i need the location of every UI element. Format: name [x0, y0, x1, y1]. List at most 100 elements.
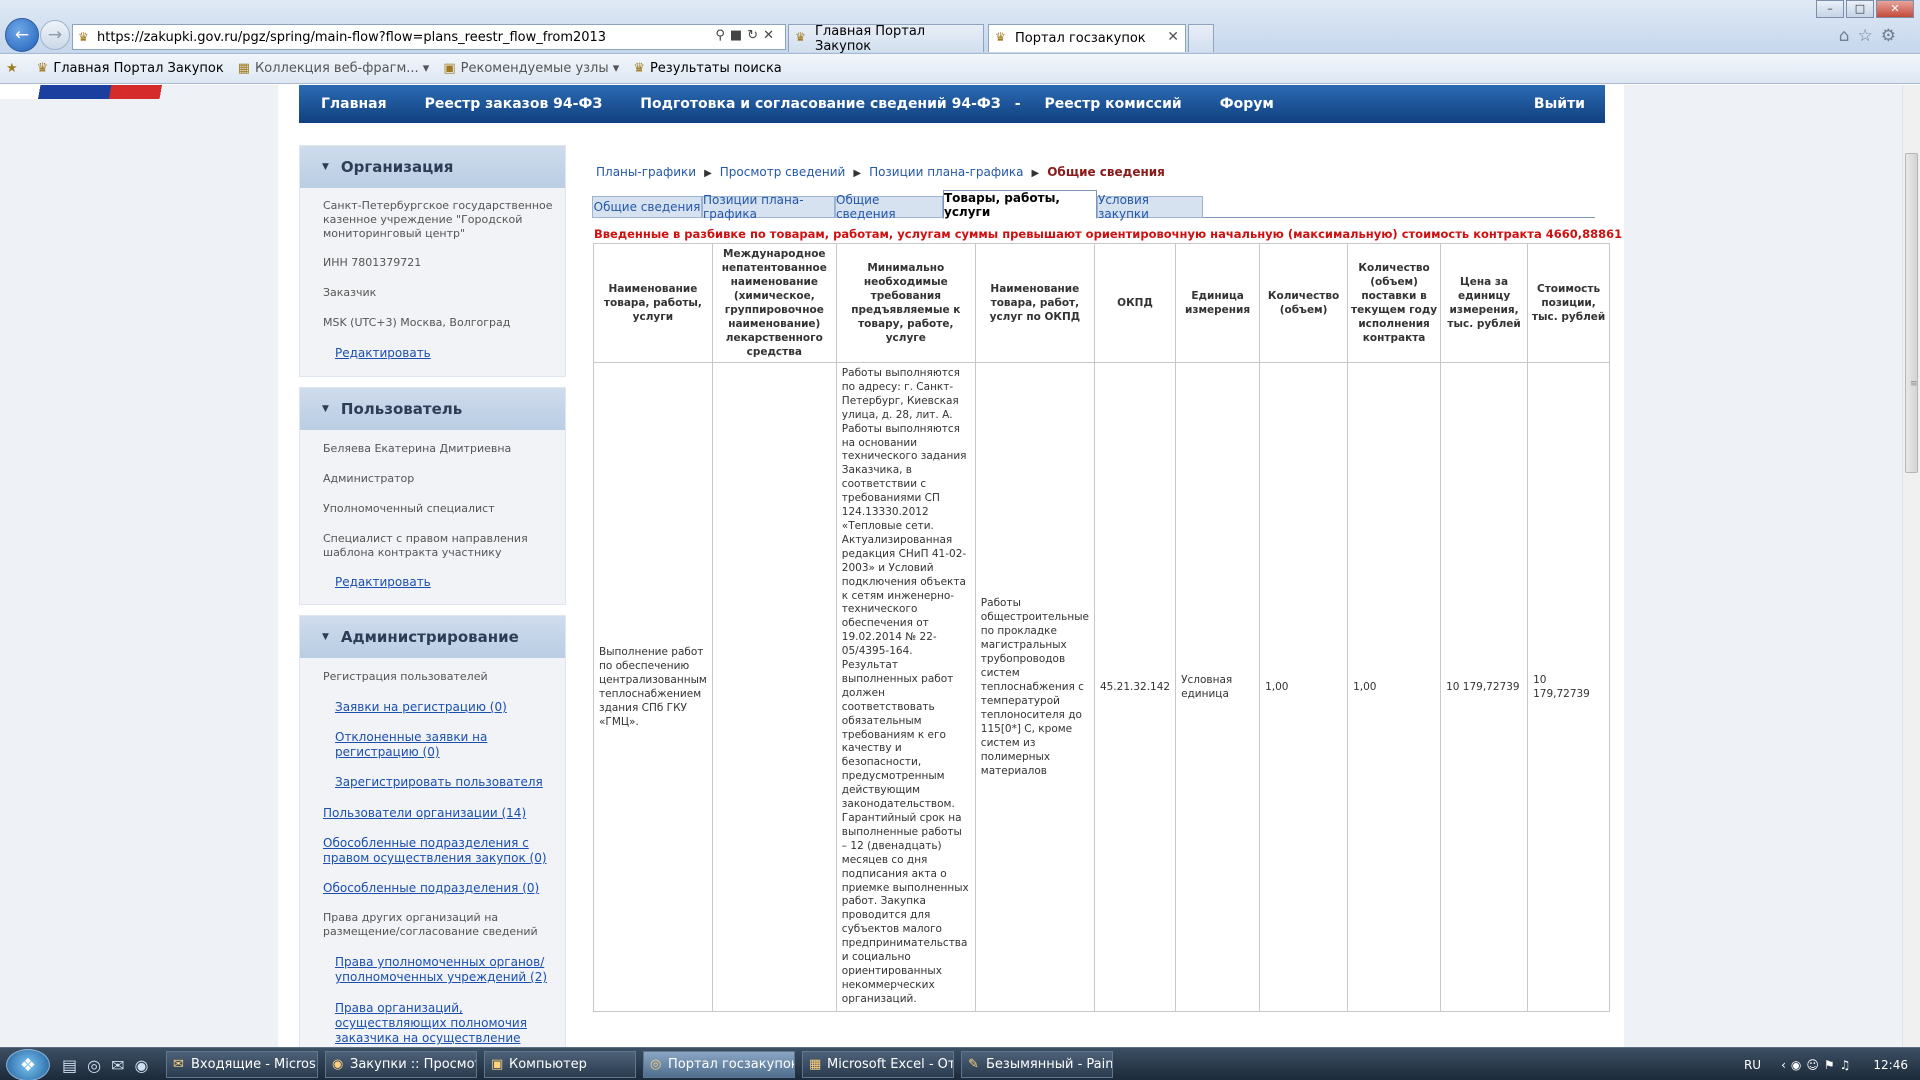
back-button[interactable]: ←	[5, 18, 39, 52]
tray-icons: ‹◉☺⚑♫	[1781, 1058, 1855, 1072]
outlook-icon: ✉	[173, 1057, 184, 1072]
favorite-web-slices[interactable]: ▦ Коллекция веб-фрагм... ▾	[238, 61, 430, 76]
forward-button[interactable]: →	[40, 20, 70, 50]
taskbar-item-computer[interactable]: ▣ Компьютер	[484, 1051, 636, 1078]
favorites-star-icon[interactable]: ☆	[1858, 26, 1881, 46]
rights-organizations-link[interactable]: Права организаций, осуществляющих полном…	[335, 1001, 527, 1047]
refresh-icon[interactable]: ↻	[747, 28, 763, 43]
show-desktop-icon[interactable]: ▤	[62, 1056, 87, 1075]
volume-icon[interactable]: ♫	[1840, 1058, 1856, 1072]
maximize-button[interactable]: □	[1846, 0, 1874, 18]
page-content: Главная Реестр заказов 94-ФЗ Подготовка …	[278, 85, 1624, 1047]
chevron-down-icon: ▾	[612, 61, 620, 76]
organization-inn: ИНН 7801379721	[323, 256, 422, 269]
administration-panel: ▼ Администрирование Регистрация пользоват…	[299, 615, 566, 1047]
favorites-bar: ★ ♛ Главная Портал Закупок ▦ Коллекция веб…	[0, 54, 1920, 84]
user-edit-link[interactable]: Редактировать	[335, 575, 431, 589]
tab-general-info[interactable]: Общие сведения	[592, 196, 702, 218]
user-role-specialist: Уполномоченный специалист	[323, 502, 495, 515]
organization-edit-link[interactable]: Редактировать	[335, 346, 431, 360]
internet-explorer-icon: ◎	[650, 1057, 662, 1072]
menu-item-forum[interactable]: Форум	[1220, 96, 1274, 112]
rights-header: Права других организаций на размещение/с…	[323, 911, 538, 938]
register-user-link[interactable]: Зарегистрировать пользователя	[335, 775, 543, 789]
internet-explorer-icon[interactable]: ◎	[87, 1056, 111, 1075]
system-tray: RU ‹◉☺⚑♫ 12:46	[1744, 1048, 1920, 1080]
messenger-icon[interactable]: ☺	[1806, 1058, 1824, 1072]
network-icon[interactable]: ◉	[1791, 1058, 1806, 1072]
favorites-add-icon[interactable]: ★	[6, 61, 23, 76]
administration-panel-header[interactable]: ▼ Администрирование	[300, 616, 565, 658]
tab-label: Главная Портал Закупок	[815, 23, 926, 54]
column-header: Количество (объем) поставки в текущем го…	[1347, 243, 1442, 363]
menu-separator: -	[1014, 96, 1021, 112]
breadcrumb-arrow-icon: ▶	[704, 168, 712, 179]
gear-icon[interactable]: ⚙	[1881, 26, 1904, 46]
applications-link[interactable]: Заявки на регистрацию (0)	[335, 700, 507, 714]
favorite-search-results[interactable]: ♛ Результаты поиска	[633, 61, 781, 76]
organization-role: Заказчик	[323, 286, 377, 299]
breadcrumb-item[interactable]: Позиции плана-графика	[869, 165, 1023, 179]
site-emblem-icon: ♛	[995, 30, 1006, 44]
breadcrumb-item[interactable]: Просмотр сведений	[720, 165, 846, 179]
clock[interactable]: 12:46	[1873, 1058, 1908, 1072]
cell-unit: Условная единица	[1175, 362, 1261, 1012]
column-header: Минимально необходимые требования предъя…	[835, 243, 976, 363]
tab-purchase-conditions[interactable]: Условия закупки	[1097, 193, 1203, 221]
logout-link[interactable]: Выйти	[1534, 96, 1585, 112]
user-panel-header[interactable]: ▼ Пользователь	[300, 388, 565, 430]
cell-quantity-year: 1,00	[1347, 362, 1442, 1012]
organization-panel-header[interactable]: ▼ Организация	[300, 146, 565, 188]
taskbar: ❖ ▤◎✉◉ ✉ Входящие - Micros... ◉ Закупки ::…	[0, 1047, 1920, 1080]
organization-panel: ▼ Организация Санкт-Петербургское государ…	[299, 145, 566, 377]
tab-goods-works-services[interactable]: Товары, работы, услуги	[943, 190, 1097, 219]
address-bar[interactable]: ♛ https://zakupki.gov.ru/pgz/spring/main…	[72, 24, 786, 50]
organization-users-link[interactable]: Пользователи организации (14)	[323, 806, 526, 820]
menu-item-orders-94fz[interactable]: Реестр заказов 94-ФЗ	[425, 96, 603, 112]
rights-authorized-link[interactable]: Права уполномоченных органов/ уполномоче…	[335, 955, 547, 984]
taskbar-item-chrome[interactable]: ◉Закупки :: Просмот...	[325, 1051, 477, 1078]
taskbar-item-ie[interactable]: ◎Портал госзакупок...	[643, 1051, 795, 1078]
new-tab-button[interactable]	[1188, 24, 1214, 52]
mail-icon[interactable]: ✉	[111, 1056, 134, 1075]
goods-table: Наименование товара, работы, услуги Межд…	[593, 243, 1611, 1012]
language-indicator[interactable]: RU	[1744, 1058, 1761, 1072]
close-window-button[interactable]: ✕	[1876, 0, 1914, 18]
close-tab-icon[interactable]: ✕	[1167, 29, 1179, 45]
minimize-button[interactable]: –	[1816, 0, 1844, 18]
taskbar-item-outlook[interactable]: ✉ Входящие - Micros...	[166, 1051, 318, 1078]
column-header: Стоимость позиции, тыс. рублей	[1527, 243, 1611, 363]
address-url: https://zakupki.gov.ru/pgz/spring/main-f…	[97, 29, 607, 45]
show-hidden-icons-icon[interactable]: ‹	[1781, 1058, 1791, 1072]
taskbar-item-excel[interactable]: ▦ Microsoft Excel - От...	[802, 1051, 954, 1078]
chrome-icon[interactable]: ◉	[135, 1056, 159, 1075]
browser-tab-main-portal[interactable]: ♛ Главная Портал Закупок	[788, 23, 984, 54]
scroll-grip-icon: ≡	[1910, 379, 1918, 389]
start-button[interactable]: ❖	[6, 1049, 50, 1080]
search-icon[interactable]: ⚲	[715, 28, 730, 43]
tab-plan-positions[interactable]: Позиции плана-графика	[702, 193, 835, 221]
page-viewport: Главная Реестр заказов 94-ФЗ Подготовка …	[0, 85, 1902, 1047]
rejected-applications-link[interactable]: Отклоненные заявки на регистрацию (0)	[335, 730, 487, 759]
scrollbar-thumb[interactable]: ≡	[1905, 153, 1918, 473]
menu-item-commissions[interactable]: Реестр комиссий	[1045, 96, 1182, 112]
tab-position-general[interactable]: Общие сведения	[835, 193, 943, 221]
home-icon[interactable]: ⌂	[1839, 26, 1858, 46]
collapse-caret-icon: ▼	[322, 404, 329, 414]
breadcrumb-item[interactable]: Планы-графики	[596, 165, 696, 179]
vertical-scrollbar[interactable]: ≡	[1902, 85, 1920, 1047]
address-tools[interactable]: ⚲■↻✕	[715, 28, 779, 43]
menu-item-preparation[interactable]: Подготовка и согласование сведений 94-ФЗ	[640, 96, 1000, 112]
taskbar-item-paint[interactable]: ✎ Безымянный - Paint	[961, 1051, 1113, 1078]
lock-icon: ■	[729, 28, 748, 43]
stop-icon[interactable]: ✕	[763, 28, 779, 43]
divisions-link[interactable]: Обособленные подразделения (0)	[323, 881, 539, 895]
flag-icon[interactable]: ⚑	[1824, 1058, 1840, 1072]
menu-item-main[interactable]: Главная	[321, 96, 387, 112]
browser-tab-goszakupki[interactable]: ♛ Портал госзакупок ✕	[988, 24, 1186, 52]
divisions-with-rights-link[interactable]: Обособленные подразделения с правом осущ…	[323, 836, 547, 865]
favorite-main-portal[interactable]: ♛ Главная Портал Закупок	[37, 61, 224, 76]
browser-right-icons: ⌂☆⚙	[1839, 26, 1904, 46]
site-emblem-icon: ♛	[633, 61, 645, 76]
favorite-suggested-sites[interactable]: ▣ Рекомендуемые узлы ▾	[443, 61, 619, 76]
